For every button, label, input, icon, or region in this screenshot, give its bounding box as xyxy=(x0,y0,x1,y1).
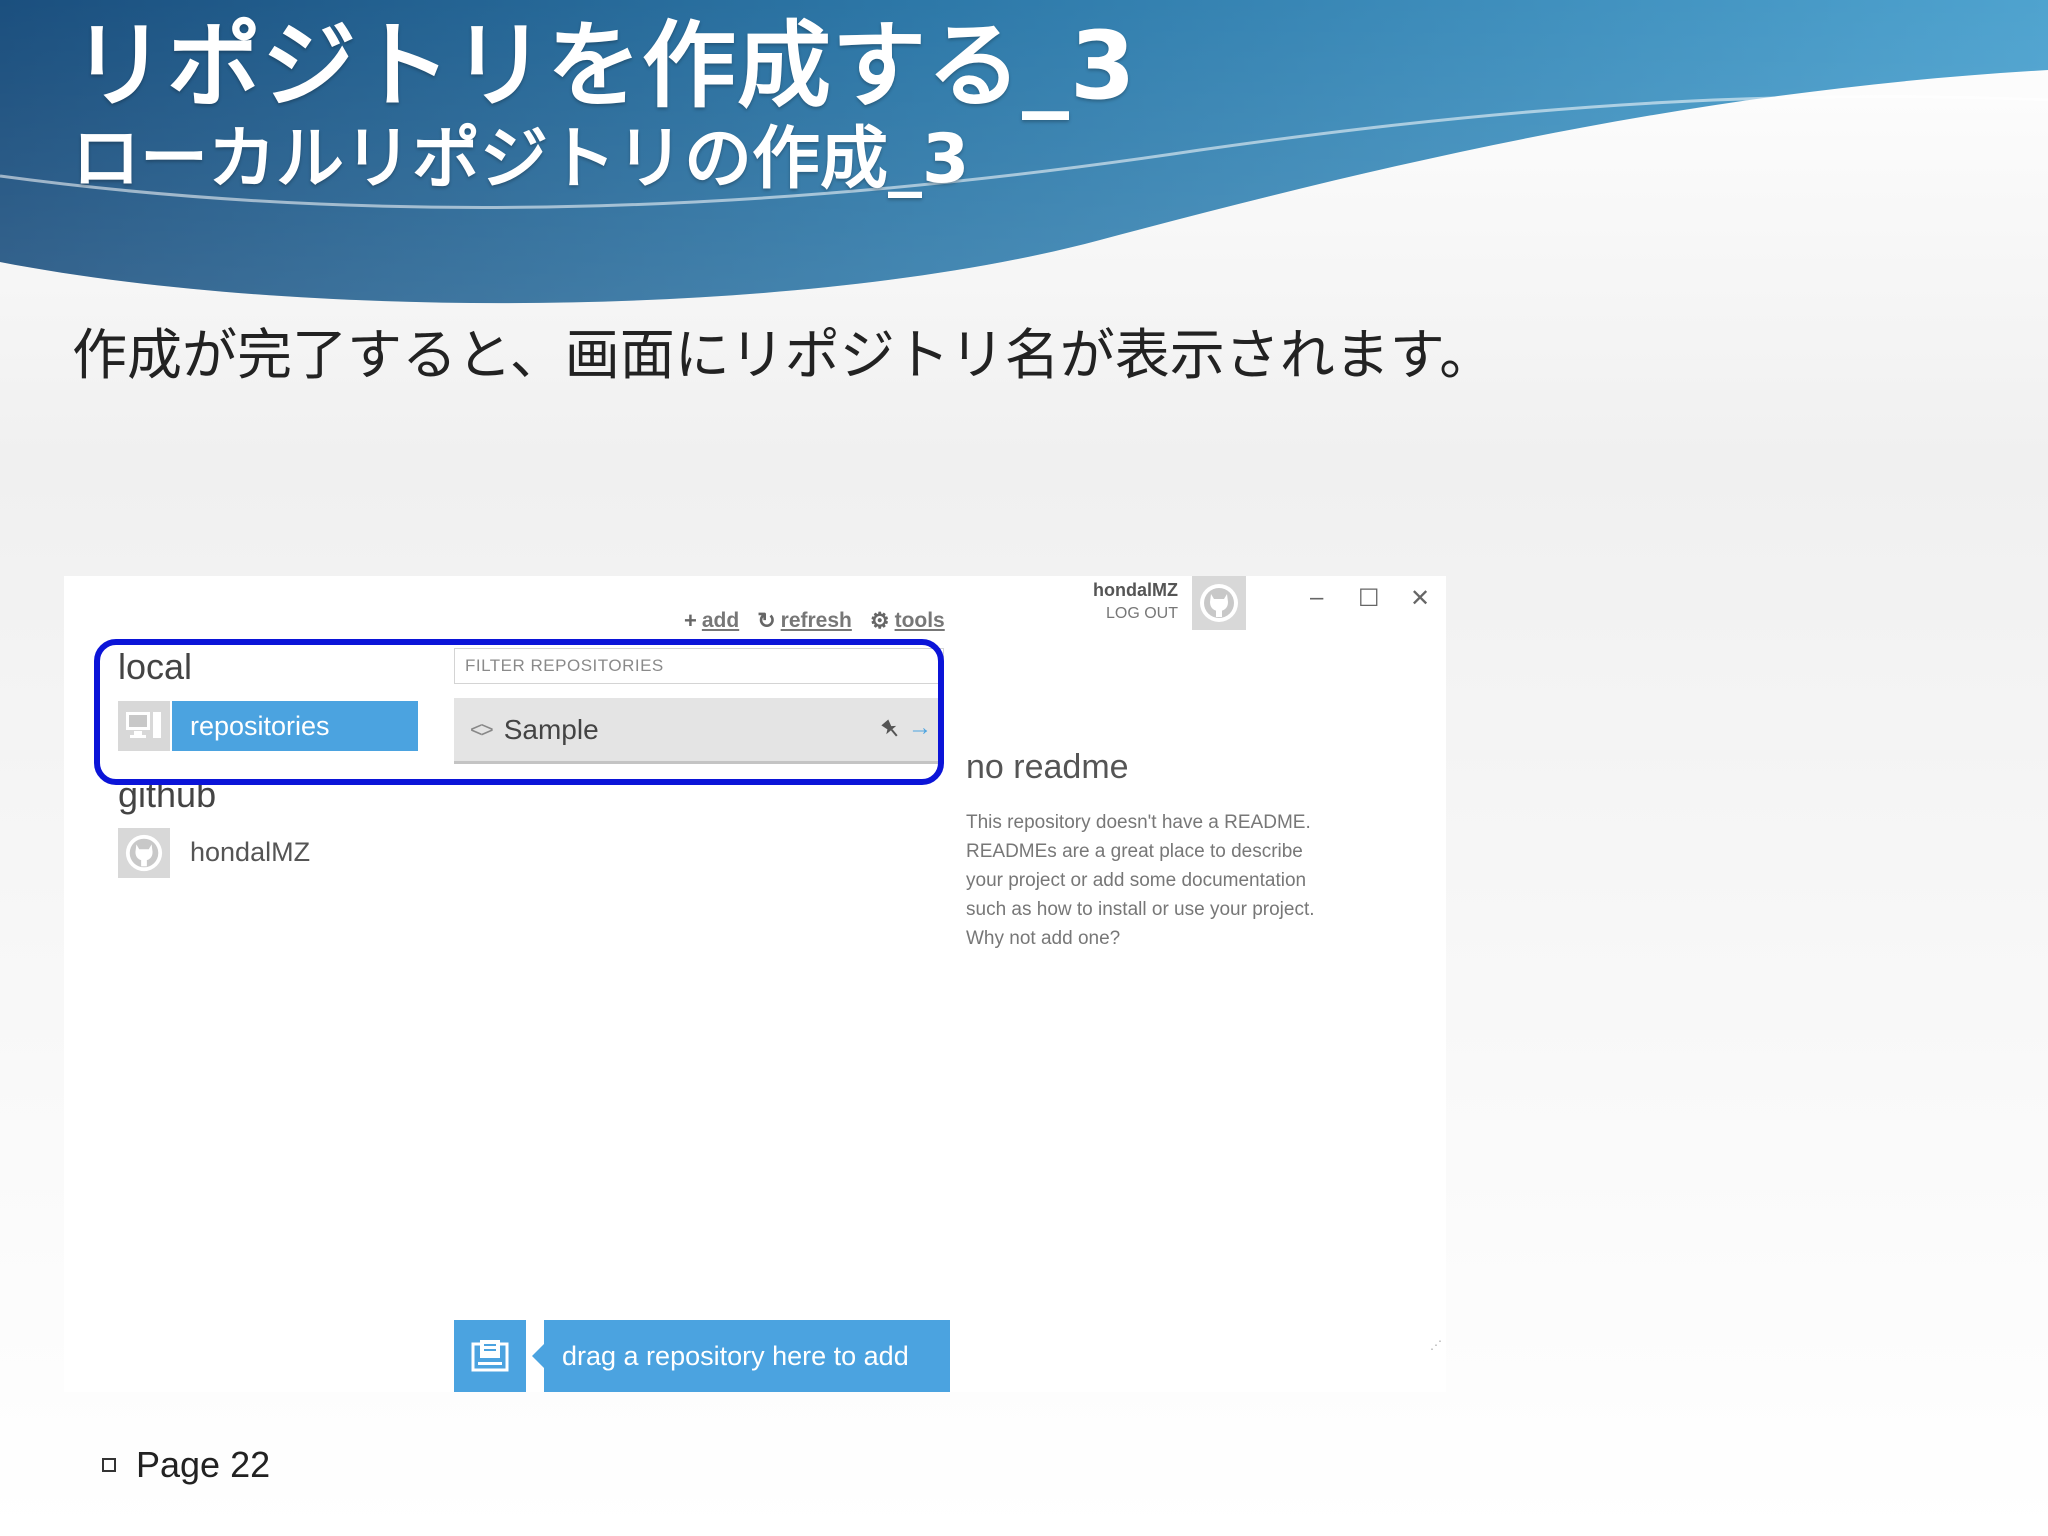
local-section-header: local xyxy=(118,646,193,687)
slide-body-text: 作成が完了すると、画面にリポジトリ名が表示されます。 xyxy=(72,323,1495,387)
refresh-icon: ↻ xyxy=(757,608,776,633)
open-arrow-icon[interactable]: → xyxy=(908,714,932,742)
tools-button[interactable]: ⚙ tools xyxy=(870,608,945,634)
drop-zone-label[interactable]: drag a repository here to add xyxy=(532,1320,950,1392)
username: hondalMZ xyxy=(1093,580,1178,600)
page-footer: Page 22 xyxy=(102,1444,270,1486)
code-icon: <> xyxy=(470,716,494,742)
gear-icon: ⚙ xyxy=(869,608,890,633)
github-section-header: github xyxy=(118,774,217,815)
pin-icon[interactable] xyxy=(880,718,902,740)
sidebar-item-hondalmz[interactable]: hondalMZ xyxy=(190,837,310,868)
toolbar: + add ↻ refresh ⚙ tools xyxy=(684,608,945,634)
slide-subtitle: ローカルリポジトリの作成_3 xyxy=(72,120,970,199)
add-button[interactable]: + add xyxy=(684,608,739,634)
repository-name: Sample xyxy=(503,713,599,745)
sidebar-item-repositories[interactable]: repositories xyxy=(172,701,418,751)
minimize-button[interactable]: – xyxy=(1310,584,1323,612)
add-label: add xyxy=(701,609,740,632)
avatar[interactable] xyxy=(1192,576,1246,630)
tools-label: tools xyxy=(894,609,945,632)
github-account-icon xyxy=(118,828,170,878)
repository-row-sample[interactable]: <> Sample → xyxy=(454,698,944,764)
maximize-button[interactable]: ☐ xyxy=(1358,584,1380,613)
readme-description: This repository doesn't have a README. R… xyxy=(966,812,1315,949)
plus-icon: + xyxy=(684,608,697,633)
user-block: hondalMZ LOG OUT xyxy=(1093,580,1178,623)
slide-title: リポジトリを作成する_3 xyxy=(72,12,1137,121)
drop-zone-icon xyxy=(454,1320,526,1392)
page-number: Page 22 xyxy=(136,1444,271,1485)
resize-grip-icon[interactable]: ⋰ xyxy=(1430,1338,1442,1352)
logout-link[interactable]: LOG OUT xyxy=(1093,605,1178,623)
github-octocat-icon xyxy=(1200,584,1238,622)
refresh-button[interactable]: ↻ refresh xyxy=(757,608,852,634)
github-app-window: + add ↻ refresh ⚙ tools hondalMZ LOG OUT… xyxy=(64,576,1446,1392)
filter-repositories-input[interactable] xyxy=(454,648,944,684)
refresh-label: refresh xyxy=(780,609,852,632)
close-button[interactable]: ✕ xyxy=(1410,584,1430,613)
bullet-square-icon xyxy=(102,1458,116,1472)
readme-title: no readme xyxy=(966,748,1129,786)
computer-icon xyxy=(118,701,170,751)
